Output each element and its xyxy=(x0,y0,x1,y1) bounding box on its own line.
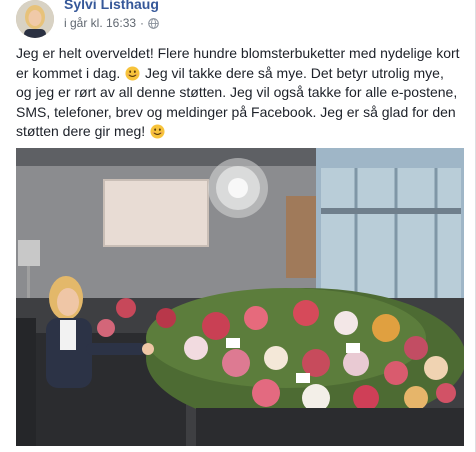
photo-illustration xyxy=(16,148,464,446)
meta-separator: · xyxy=(140,16,145,30)
post-text: Jeg er helt overveldet! Flere hundre blo… xyxy=(16,44,462,142)
smiling-face-emoji-icon xyxy=(125,65,140,81)
chandelier xyxy=(208,158,268,218)
post-timestamp[interactable]: i går kl. 16:33 xyxy=(64,16,136,30)
globe-icon[interactable] xyxy=(148,17,159,29)
facebook-post: Sylvi Listhaug i går kl. 16:33 · Jeg er … xyxy=(0,0,476,452)
post-photo[interactable] xyxy=(16,148,464,446)
post-meta: i går kl. 16:33 · xyxy=(64,16,159,30)
author-avatar[interactable] xyxy=(16,0,54,38)
smiling-face-emoji-icon xyxy=(150,124,165,139)
author-name[interactable]: Sylvi Listhaug xyxy=(64,0,159,12)
